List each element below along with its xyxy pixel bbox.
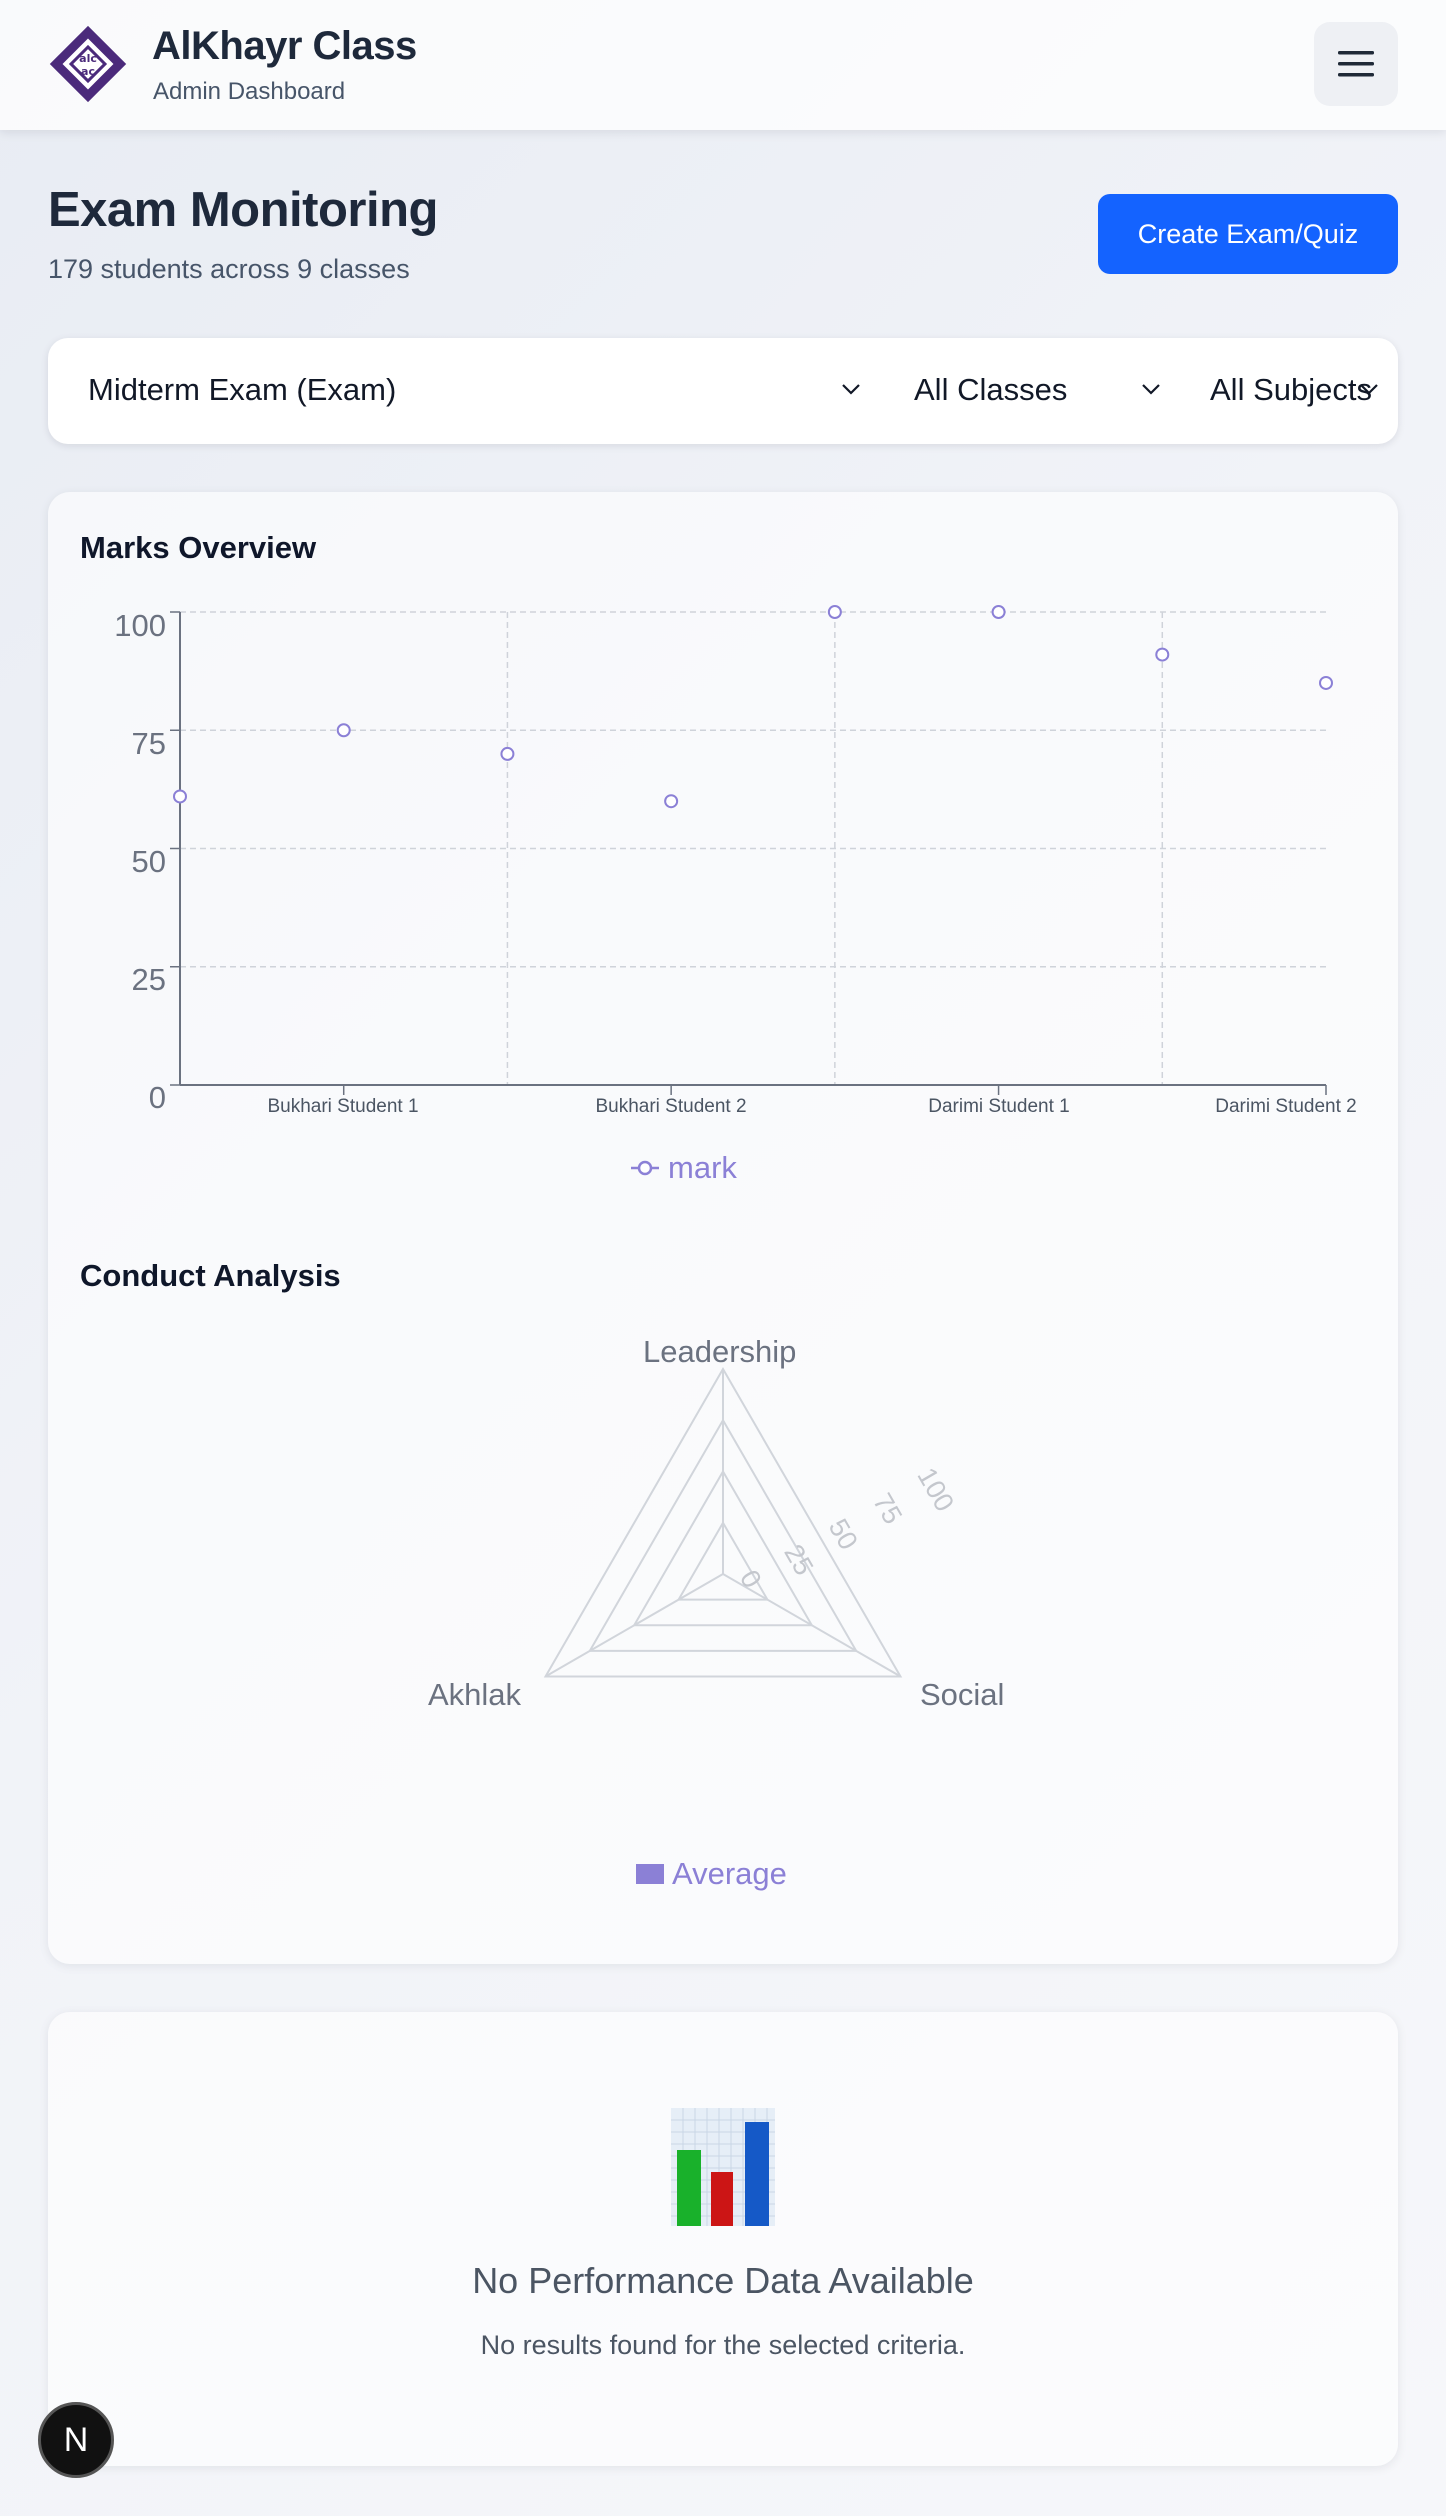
x-tick-label: Darimi Student 1 [928, 1096, 1070, 1117]
data-point[interactable] [1155, 647, 1170, 662]
x-tick-label: Darimi Student 2 [1215, 1096, 1357, 1117]
charts-card: Marks Overview 100 75 50 25 0 Bukhari St… [48, 492, 1398, 1964]
conduct-legend[interactable]: Average [636, 1856, 787, 1892]
filter-bar: Midterm Exam (Exam) All Classes All Subj… [48, 338, 1398, 444]
create-exam-button[interactable]: Create Exam/Quiz [1098, 194, 1398, 274]
chevron-down-icon [842, 384, 860, 395]
page-subtitle: 179 students across 9 classes [48, 254, 410, 284]
class-select[interactable]: All Classes [878, 338, 1168, 444]
svg-text:ac: ac [81, 65, 95, 78]
subject-select-value: All Subjects [1210, 372, 1372, 407]
marks-overview-chart: 100 75 50 25 0 Bukhari Student 1 Bukhari… [48, 492, 1398, 1212]
page-title: Exam Monitoring [48, 183, 438, 237]
brand-title: AlKhayr Class [152, 24, 417, 68]
legend-label: mark [668, 1150, 737, 1185]
data-point[interactable] [827, 605, 842, 619]
radar-tick-label: 50 [823, 1514, 864, 1555]
data-point[interactable] [991, 605, 1006, 619]
radar-plot: 0 255075 100 [543, 1366, 960, 1678]
data-point[interactable] [336, 723, 351, 738]
data-point[interactable] [1319, 675, 1333, 690]
conduct-analysis-title: Conduct Analysis [80, 1258, 341, 1293]
app-header: alc ac AlKhayr Class Admin Dashboard [0, 0, 1446, 130]
radar-axis-label: Akhlak [428, 1677, 522, 1712]
x-tick-label: Bukhari Student 1 [267, 1096, 419, 1117]
alkhayr-logo-icon[interactable]: alc ac [46, 22, 130, 106]
menu-button[interactable] [1314, 22, 1398, 106]
exam-select-value: Midterm Exam (Exam) [88, 372, 397, 407]
radar-tick-label: 0 [734, 1565, 767, 1593]
radar-axis-label: Leadership [643, 1334, 797, 1369]
chevron-down-icon [1142, 384, 1160, 395]
radar-tick-label: 75 [867, 1488, 908, 1529]
x-tick-label: Bukhari Student 2 [595, 1096, 747, 1117]
brand-subtitle: Admin Dashboard [153, 78, 346, 105]
empty-state-title: No Performance Data Available [472, 2260, 974, 2301]
exam-select[interactable]: Midterm Exam (Exam) [48, 338, 878, 444]
data-point[interactable] [664, 794, 679, 809]
radar-tick-label: 100 [911, 1463, 960, 1517]
conduct-radar-chart: 0 25 50 75 100 Leadership Social Akhlak Aver… [48, 1312, 1398, 1932]
subject-select[interactable]: All Subjects [1168, 338, 1398, 444]
class-select-value: All Classes [914, 372, 1068, 407]
legend-label: Average [672, 1856, 787, 1891]
bar-chart-icon [671, 2108, 775, 2226]
radar-tick-label: 25 [778, 1539, 819, 1580]
data-point[interactable] [173, 789, 187, 804]
marks-legend[interactable]: mark [630, 1150, 737, 1186]
legend-marker-icon [631, 1160, 659, 1176]
data-point[interactable] [500, 746, 515, 761]
hamburger-menu-icon [1338, 51, 1374, 77]
chevron-down-icon [1360, 384, 1378, 395]
svg-text:alc: alc [79, 52, 97, 65]
radar-axis-label: Social [920, 1677, 1005, 1712]
empty-state-message: No results found for the selected criter… [480, 2330, 966, 2360]
performance-empty-card: No Performance Data Available No results… [48, 2012, 1398, 2466]
legend-swatch [636, 1864, 664, 1884]
dev-tools-badge[interactable]: N [38, 2402, 114, 2478]
